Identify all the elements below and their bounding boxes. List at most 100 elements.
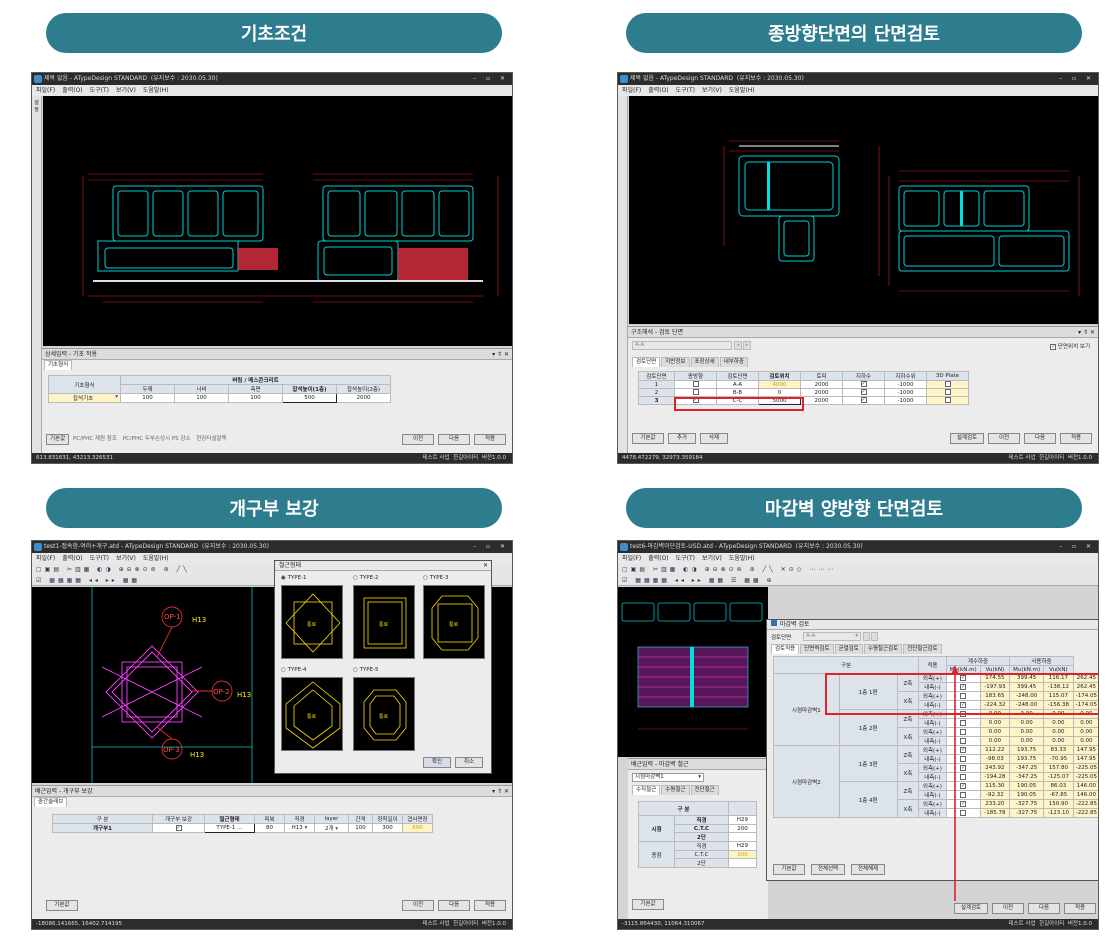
menu-help[interactable]: 도움말(H) — [729, 555, 755, 562]
section-selector[interactable]: A-A — [632, 341, 732, 350]
cell-3d-plate[interactable] — [926, 388, 969, 397]
default-button[interactable]: 기본값 — [46, 900, 78, 911]
prev-button[interactable]: 이전 — [402, 434, 434, 445]
side-toolbar[interactable]: 설정 — [32, 96, 42, 453]
radio-type-4[interactable]: ○ TYPE-4 — [281, 667, 307, 673]
chevron-down-icon[interactable]: ▾ — [305, 825, 308, 831]
apply-button[interactable]: 적용 — [1060, 433, 1092, 444]
foundation-type-select[interactable]: 잡석기초 ▾ — [48, 393, 121, 403]
side-toolbar[interactable] — [618, 96, 628, 453]
menu-tools[interactable]: 도구(T) — [90, 555, 109, 562]
type-2-preview[interactable]: 통로 — [353, 585, 415, 659]
menu-tools[interactable]: 도구(T) — [90, 87, 109, 94]
cad-viewport[interactable] — [629, 96, 1098, 324]
checkbox[interactable]: ✓ — [860, 389, 867, 396]
menu-tools[interactable]: 도구(T) — [676, 555, 695, 562]
cell-value[interactable]: H29 — [728, 815, 757, 825]
menu-view[interactable]: 보기(V) — [702, 555, 722, 562]
panel-controls[interactable]: ▾ ⇑ ✕ — [492, 349, 509, 360]
menu-view[interactable]: 보기(V) — [116, 555, 136, 562]
table-row[interactable]: 시점마감벽2 1층 3편 Z축 외측(+) ✓ 112.22 193.75 83.33 147.… — [773, 745, 1098, 818]
toolbar[interactable]: ▢▣▤ ✂▥▦ ◐◑ ⊕⊖⊗⊙⊚ ⊛ ╱╲ ✕⊙◇ ⋯⋯⋯ ☑ ▦▦▦▦ ◂◂ ▸… — [618, 564, 1098, 586]
cell-apply[interactable]: ✓ — [945, 745, 981, 755]
cell-apply[interactable] — [945, 790, 981, 800]
menu-help[interactable]: 도움말(H) — [143, 87, 169, 94]
table-row[interactable]: 2 B-B 0 2000 ✓ -1000 — [638, 388, 969, 397]
cell-anchor[interactable]: 300 — [372, 823, 403, 833]
cad-viewport[interactable] — [43, 96, 512, 346]
tab-shear-rebar[interactable]: 전단철근 — [690, 785, 719, 795]
cell-groundwater[interactable]: ✓ — [842, 388, 885, 397]
radio-type-3[interactable]: ○ TYPE-3 — [423, 575, 449, 581]
checkbox[interactable] — [960, 719, 967, 726]
close-icon[interactable]: ✕ — [483, 561, 488, 571]
checkbox[interactable] — [944, 397, 951, 404]
apply-button[interactable]: 적용 — [474, 434, 506, 445]
next-arrow-icon[interactable] — [871, 632, 878, 641]
prev-arrow-icon[interactable] — [863, 632, 870, 641]
table-row[interactable]: 시점 직경 H29 — [638, 815, 757, 842]
checkbox[interactable]: ✓ — [960, 800, 967, 807]
table-row[interactable]: 1 A-A 4000 2000 ✓ -1000 — [638, 380, 969, 389]
tab-horizontal-rebar[interactable]: 수평철근 — [661, 785, 690, 795]
cell-gravel-1[interactable]: 500 — [282, 393, 337, 403]
cell-apply[interactable] — [945, 736, 981, 746]
panel-controls[interactable]: ▾ ⇑ ✕ — [1078, 327, 1095, 338]
apply-button[interactable]: 적용 — [1064, 903, 1096, 914]
default-button[interactable]: 기본값 — [773, 864, 805, 875]
clear-all-button[interactable]: 전체해제 — [851, 864, 885, 875]
cell-position[interactable]: 0 — [758, 388, 801, 397]
tab-internal-load[interactable]: 내부하중 — [719, 357, 748, 367]
design-review-button[interactable]: 설계검토 — [950, 433, 984, 444]
cell-3d-plate[interactable] — [926, 396, 969, 405]
prev-button[interactable]: 이전 — [988, 433, 1020, 444]
cell-longitudinal[interactable] — [674, 388, 717, 397]
tab-vertical-rebar[interactable]: 수직철근 — [632, 785, 661, 795]
menu-file[interactable]: 파일(F) — [36, 87, 55, 94]
radio-type-5[interactable]: ○ TYPE-5 — [353, 667, 379, 673]
cell-gw-level[interactable]: -1000 — [884, 388, 927, 397]
cell-gw-level[interactable]: -1000 — [884, 380, 927, 389]
tab-pavement[interactable]: 포장상세 — [690, 357, 719, 367]
ok-button[interactable]: 확인 — [423, 757, 451, 768]
tab-foundation-type[interactable]: 기초형식 — [44, 360, 73, 370]
cell-section[interactable]: B-B — [716, 388, 759, 397]
cell-apply[interactable] — [945, 718, 981, 728]
cell-cover[interactable]: 2000 — [800, 380, 843, 389]
table-row[interactable]: 종점 직경 H29 — [638, 841, 757, 868]
cell-lap[interactable]: 600 — [402, 823, 433, 833]
default-button[interactable]: 기본값 — [632, 433, 664, 444]
checkbox[interactable] — [960, 773, 967, 780]
checkbox[interactable] — [960, 728, 967, 735]
menu-output[interactable]: 출력(O) — [648, 87, 668, 94]
cell-position[interactable]: 4000 — [758, 380, 801, 389]
menu-help[interactable]: 도움말(H) — [143, 555, 169, 562]
delete-button[interactable]: 삭제 — [700, 433, 728, 444]
type-1-preview[interactable]: 통로 — [281, 585, 343, 659]
review-section-selector[interactable]: A-A ▾ — [803, 632, 861, 641]
chevron-down-icon[interactable]: ▾ — [855, 633, 860, 640]
apply-button[interactable]: 적용 — [474, 900, 506, 911]
radio-type-1[interactable]: ◉ TYPE-1 — [281, 575, 307, 581]
table-row[interactable]: 개구부1 ✓ TYPE-1 … 80 H13 ▾ 2개 ▾ 100 300 60… — [52, 823, 433, 833]
cell-groundwater[interactable]: ✓ — [842, 396, 885, 405]
tab-section-force[interactable]: 단면력검토 — [800, 644, 834, 654]
window-controls[interactable]: – ▫ ✕ — [473, 73, 509, 85]
type-3-preview[interactable]: 통로 — [423, 585, 485, 659]
next-arrow-icon[interactable]: ▸ — [743, 341, 751, 350]
cell-spacing[interactable]: 100 — [348, 823, 373, 833]
menu-view[interactable]: 보기(V) — [116, 87, 136, 94]
chevron-down-icon[interactable]: ▾ — [115, 394, 118, 400]
cell-apply[interactable] — [945, 727, 981, 737]
cell-section[interactable]: A-A — [716, 380, 759, 389]
cell-gravel-2[interactable]: 2000 — [336, 393, 391, 403]
cell-gw-level[interactable]: -1000 — [884, 396, 927, 405]
prev-button[interactable]: 이전 — [402, 900, 434, 911]
cell-width[interactable]: 100 — [174, 393, 229, 403]
prev-button[interactable]: 이전 — [992, 903, 1024, 914]
checkbox[interactable]: ✓ — [860, 381, 867, 388]
menu-file[interactable]: 파일(F) — [36, 555, 55, 562]
cell-rebar-type[interactable]: TYPE-1 … — [204, 823, 255, 833]
tab-review-section[interactable]: 검토단면 — [632, 357, 661, 367]
prev-arrow-icon[interactable]: ◂ — [734, 341, 742, 350]
